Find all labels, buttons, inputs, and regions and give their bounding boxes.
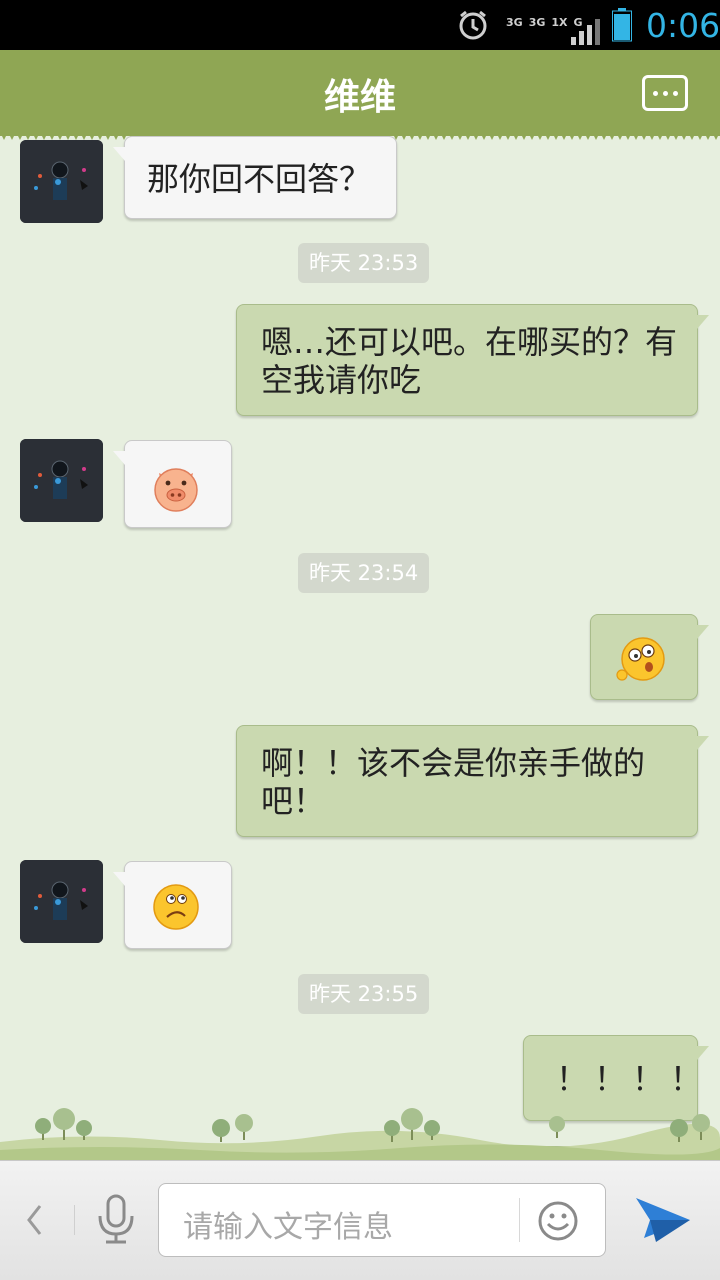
bubble-tail bbox=[697, 1046, 709, 1060]
chat-more-icon-dot bbox=[662, 90, 668, 96]
status-bar: 3G 3G 1X G 0:06 bbox=[0, 0, 720, 50]
contact-avatar[interactable] bbox=[20, 860, 103, 943]
timestamp: 昨天 23:53 bbox=[298, 243, 430, 283]
clock-time: 0:06 bbox=[646, 5, 720, 45]
bubble-tail bbox=[697, 736, 709, 750]
message-input[interactable]: 请输入文字信息 bbox=[158, 1183, 606, 1257]
alarm-clock-icon bbox=[456, 0, 490, 50]
paper-plane-icon bbox=[636, 1198, 690, 1242]
contact-avatar[interactable] bbox=[20, 140, 103, 223]
network-label-2: 3G bbox=[528, 15, 546, 29]
bubble-tail bbox=[697, 315, 709, 329]
voice-button[interactable] bbox=[92, 1192, 140, 1246]
message-bubble-outgoing[interactable]: 嗯…还可以吧。在哪买的？有 空我请你吃 bbox=[236, 304, 709, 416]
message-text-line: 啊！！该不会是你亲手做的 bbox=[261, 744, 646, 782]
dizzy-face-icon bbox=[616, 637, 665, 681]
timestamp: 昨天 23:55 bbox=[298, 974, 430, 1014]
input-field-divider bbox=[519, 1198, 520, 1242]
message-text-line: 吧！ bbox=[261, 782, 326, 820]
clock: 0:06 bbox=[646, 0, 720, 50]
message-bubble-outgoing[interactable] bbox=[590, 614, 709, 700]
network-label-1: 3G bbox=[506, 15, 523, 29]
chat-more-button[interactable] bbox=[642, 75, 688, 111]
bubble-tail bbox=[113, 451, 125, 465]
input-bar-divider bbox=[74, 1205, 75, 1235]
collapse-button[interactable] bbox=[24, 1195, 48, 1245]
microphone-icon bbox=[98, 1194, 134, 1244]
network-label-3: 1X bbox=[551, 15, 568, 29]
contact-name: 维维 bbox=[323, 77, 396, 118]
message-text: ！！！！ bbox=[556, 1060, 709, 1098]
emoji-button[interactable] bbox=[537, 1200, 579, 1242]
message-bubble-incoming[interactable]: 那你回不回答？ bbox=[113, 136, 397, 219]
timestamp: 昨天 23:54 bbox=[298, 553, 430, 593]
chevron-left-icon bbox=[27, 1205, 42, 1235]
bubble-tail bbox=[113, 147, 125, 161]
smiley-icon bbox=[538, 1201, 578, 1241]
send-button[interactable] bbox=[634, 1192, 692, 1246]
message-input-placeholder: 请输入文字信息 bbox=[183, 1210, 393, 1245]
message-text-line: 空我请你吃 bbox=[261, 361, 422, 399]
bubble-tail bbox=[113, 872, 125, 886]
chat-header: 维维 bbox=[0, 50, 720, 136]
chat-more-icon-dot bbox=[672, 90, 678, 96]
bubble-tail bbox=[697, 625, 709, 639]
pig-face-icon bbox=[154, 468, 198, 512]
message-text-line: 嗯…还可以吧。在哪买的？有 bbox=[261, 323, 678, 361]
message-bubble-outgoing[interactable]: 啊！！该不会是你亲手做的 吧！ bbox=[236, 725, 709, 837]
landscape-decoration bbox=[0, 1108, 720, 1162]
battery-icon bbox=[612, 0, 634, 50]
message-bubble-incoming[interactable] bbox=[113, 861, 232, 949]
signal-bars-icon bbox=[570, 0, 600, 50]
message-list[interactable]: 那你回不回答？ 昨天 23:53 嗯…还可以吧。在哪买的？有 空我请你吃 昨天 … bbox=[0, 136, 720, 1160]
message-text: 那你回不回答？ bbox=[147, 160, 372, 198]
chat-more-icon-dot bbox=[652, 90, 658, 96]
contact-avatar[interactable] bbox=[20, 439, 103, 522]
puzzled-face-icon bbox=[153, 884, 199, 930]
message-bubble-incoming[interactable] bbox=[113, 440, 232, 528]
